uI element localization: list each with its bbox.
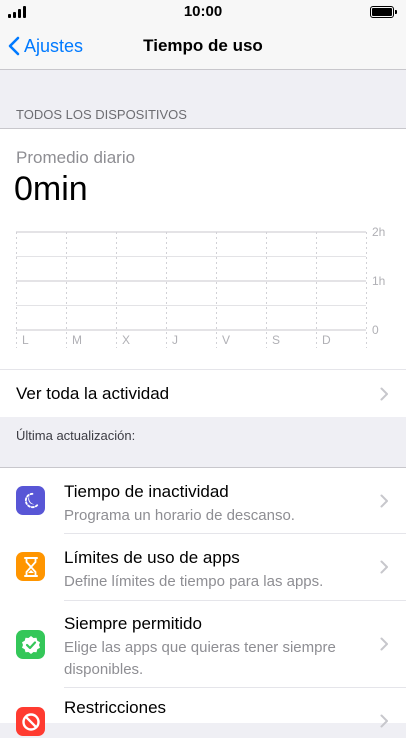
weekly-usage-chart: 0 1h 2h L M X J V S D bbox=[16, 225, 385, 348]
page-title: Tiempo de uso bbox=[143, 36, 263, 55]
status-time: 10:00 bbox=[183, 3, 223, 20]
y-tick-label: 0 bbox=[372, 323, 379, 337]
app-limits-row[interactable]: Límites de uso de apps Define límites de… bbox=[0, 534, 406, 601]
settings-list: Tiempo de inactividad Programa un horari… bbox=[0, 467, 406, 736]
daily-average-value: 0min bbox=[14, 170, 88, 208]
battery-icon bbox=[370, 6, 397, 18]
always-allowed-subtitle: Elige las apps que quieras tener siempre… bbox=[64, 639, 336, 678]
see-all-activity-label: Ver toda la actividad bbox=[16, 384, 170, 403]
downtime-title: Tiempo de inactividad bbox=[64, 482, 229, 501]
x-tick-label: L bbox=[22, 333, 29, 347]
downtime-icon bbox=[16, 486, 45, 515]
chevron-right-icon bbox=[380, 714, 388, 728]
app-limits-subtitle: Define límites de tiempo para las apps. bbox=[64, 573, 324, 590]
always-allowed-title: Siempre permitido bbox=[64, 614, 202, 633]
chevron-right-icon bbox=[380, 560, 388, 574]
navigation-bar: Ajustes Tiempo de uso bbox=[0, 24, 406, 70]
y-tick-label: 2h bbox=[372, 225, 385, 239]
x-tick-label: J bbox=[172, 333, 178, 347]
downtime-row[interactable]: Tiempo de inactividad Programa un horari… bbox=[0, 468, 406, 534]
last-update-label: Última actualización: bbox=[16, 428, 136, 443]
restrictions-title: Restricciones bbox=[64, 698, 167, 717]
always-allowed-row[interactable]: Siempre permitido Elige las apps que qui… bbox=[0, 601, 406, 688]
see-all-activity-row[interactable]: Ver toda la actividad bbox=[0, 369, 406, 417]
checkmark-shield-icon bbox=[16, 630, 45, 659]
restrictions-row[interactable]: Restricciones bbox=[0, 688, 406, 738]
status-bar: 10:00 bbox=[0, 0, 406, 24]
x-tick-label: D bbox=[322, 333, 331, 347]
x-tick-label: X bbox=[122, 333, 130, 347]
x-tick-label: V bbox=[222, 333, 230, 347]
app-limits-title: Límites de uso de apps bbox=[64, 548, 240, 567]
hourglass-icon bbox=[16, 552, 45, 581]
y-tick-label: 1h bbox=[372, 274, 385, 288]
downtime-subtitle: Programa un horario de descanso. bbox=[64, 507, 295, 524]
x-tick-label: M bbox=[72, 333, 82, 347]
chevron-right-icon bbox=[380, 494, 388, 508]
daily-average-label: Promedio diario bbox=[16, 148, 136, 167]
section-header-all-devices: TODOS LOS DISPOSITIVOS bbox=[16, 107, 187, 122]
x-tick-label: S bbox=[272, 333, 280, 347]
chevron-right-icon bbox=[380, 387, 388, 401]
chevron-right-icon bbox=[380, 637, 388, 651]
